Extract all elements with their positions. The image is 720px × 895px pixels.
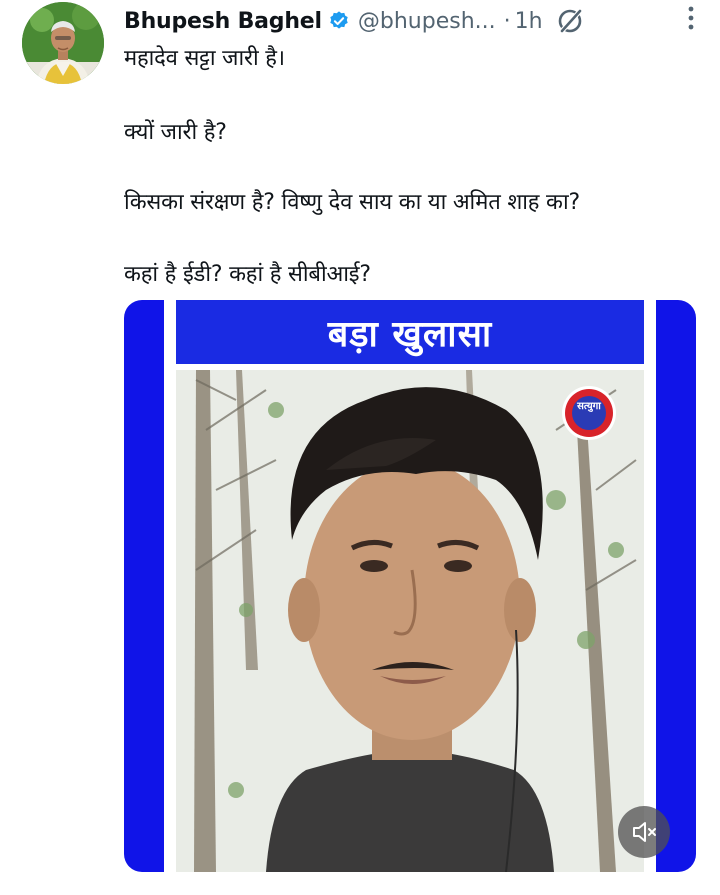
grok-icon[interactable] [555, 6, 585, 36]
author-avatar[interactable] [22, 2, 104, 84]
channel-logo-text: सत्युगा [577, 401, 601, 412]
speaker-muted-icon [633, 822, 656, 842]
avatar-image [22, 2, 104, 84]
tweet-header: Bhupesh Baghel @bhupesh... · 1h [124, 4, 704, 38]
author-display-name[interactable]: Bhupesh Baghel [124, 9, 322, 34]
post-text-line: कहां है ईडी? कहां है सीबीआई? [124, 262, 371, 287]
video-frame [176, 370, 644, 872]
separator-dot: · [503, 8, 511, 34]
post-time[interactable]: 1h [515, 9, 543, 34]
post-text-line: महादेव सट्टा जारी है। [124, 46, 285, 71]
unmute-button[interactable] [618, 806, 670, 858]
post-text-line: किसका संरक्षण है? विष्णु देव साय का या अ… [124, 190, 580, 215]
more-options-icon[interactable] [686, 3, 696, 33]
banner-text: बड़ा खुलासा [327, 313, 493, 355]
author-handle[interactable]: @bhupesh... [358, 9, 496, 34]
post-text-line: क्यों जारी है? [124, 120, 227, 145]
video-still-image [176, 370, 644, 872]
verified-badge-icon [328, 10, 350, 32]
post-media-video[interactable]: बड़ा खुलासा सत्युगा [124, 300, 696, 872]
tweet[interactable]: Bhupesh Baghel @bhupesh... · 1h महादेव स… [0, 0, 720, 895]
video-banner: बड़ा खुलासा [176, 300, 644, 364]
channel-logo: सत्युगा [560, 384, 618, 442]
